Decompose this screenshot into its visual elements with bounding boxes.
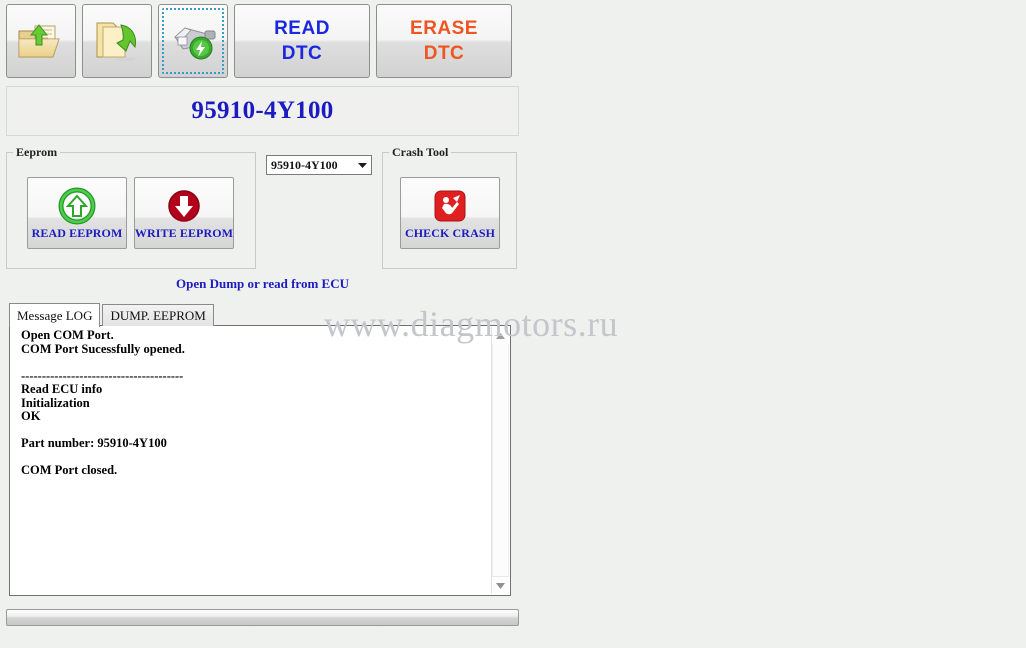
red-circle-down-arrow-icon [165,186,203,226]
hint-text: Open Dump or read from ECU [176,276,349,291]
check-crash-button[interactable]: CHECK CRASH [400,177,500,249]
read-dtc-label: READ DTC [274,16,330,66]
application-window: READ DTC ERASE DTC 95910-4Y100 Eeprom RE… [0,0,1026,648]
crash-tool-group: Crash Tool CHECK CRASH [382,145,517,269]
check-crash-label: CHECK CRASH [404,226,496,240]
scroll-up-button[interactable] [492,327,509,344]
log-line: Read ECU info [21,382,103,396]
erase-dtc-line2: DTC [423,43,465,64]
read-dtc-line2: DTC [281,43,323,64]
scroll-down-button[interactable] [492,576,509,594]
log-line: Part number: 95910-4Y100 [21,436,167,450]
tab-message-log[interactable]: Message LOG [9,303,101,327]
log-vertical-scrollbar[interactable] [491,327,509,594]
read-dtc-button[interactable]: READ DTC [234,4,370,78]
tab-dump-eeprom-label: DUMP. EEPROM [110,307,206,323]
caret-down-icon [496,582,505,589]
module-select[interactable]: 95910-4Y100 [266,155,372,175]
progress-statusbar [6,609,519,626]
folder-open-up-arrow-icon [15,15,67,68]
scroll-track[interactable] [492,344,509,577]
erase-dtc-button[interactable]: ERASE DTC [376,4,512,78]
log-line: --------------------------------------- [21,368,184,383]
erase-dtc-line1: ERASE [410,18,478,39]
eeprom-group-title: Eeprom [13,145,61,160]
caret-up-icon [496,332,505,339]
message-log-text: Open COM Port. COM Port Sucessfully open… [13,329,490,592]
message-log-panel[interactable]: Open COM Port. COM Port Sucessfully open… [9,325,511,596]
open-dump-button[interactable] [6,4,76,78]
eeprom-group: Eeprom READ EEPROM WRITE EEPROM [6,145,256,269]
write-eeprom-label: WRITE EEPROM [134,226,234,240]
tab-message-log-label: Message LOG [17,307,93,323]
connect-ecu-button[interactable] [158,4,228,78]
tab-dump-eeprom[interactable]: DUMP. EEPROM [102,304,214,326]
read-eeprom-button[interactable]: READ EEPROM [27,177,127,249]
log-line: COM Port Sucessfully opened. [21,341,185,356]
obd-connector-bolt-icon [167,15,219,68]
read-dtc-line1: READ [274,18,330,39]
log-tabstrip: Message LOG DUMP. EEPROM [9,303,214,327]
crash-tool-group-title: Crash Tool [389,145,452,160]
crash-airbag-icon [433,186,467,226]
main-toolbar: READ DTC ERASE DTC [6,4,512,78]
log-line: Open COM Port. [21,329,114,342]
chevron-down-icon[interactable] [353,156,371,174]
folder-down-arrow-icon [91,15,143,68]
green-circle-up-arrow-icon [58,186,96,226]
part-number-value: 95910-4Y100 [191,97,334,124]
module-select-value: 95910-4Y100 [271,157,338,172]
log-line: OK [21,409,41,423]
read-eeprom-label: READ EEPROM [31,226,123,240]
log-line: COM Port closed. [21,463,118,477]
write-eeprom-button[interactable]: WRITE EEPROM [134,177,234,249]
erase-dtc-label: ERASE DTC [410,16,478,66]
part-number-banner: 95910-4Y100 [6,86,519,136]
save-dump-button[interactable] [82,4,152,78]
log-line: Initialization [21,395,90,410]
